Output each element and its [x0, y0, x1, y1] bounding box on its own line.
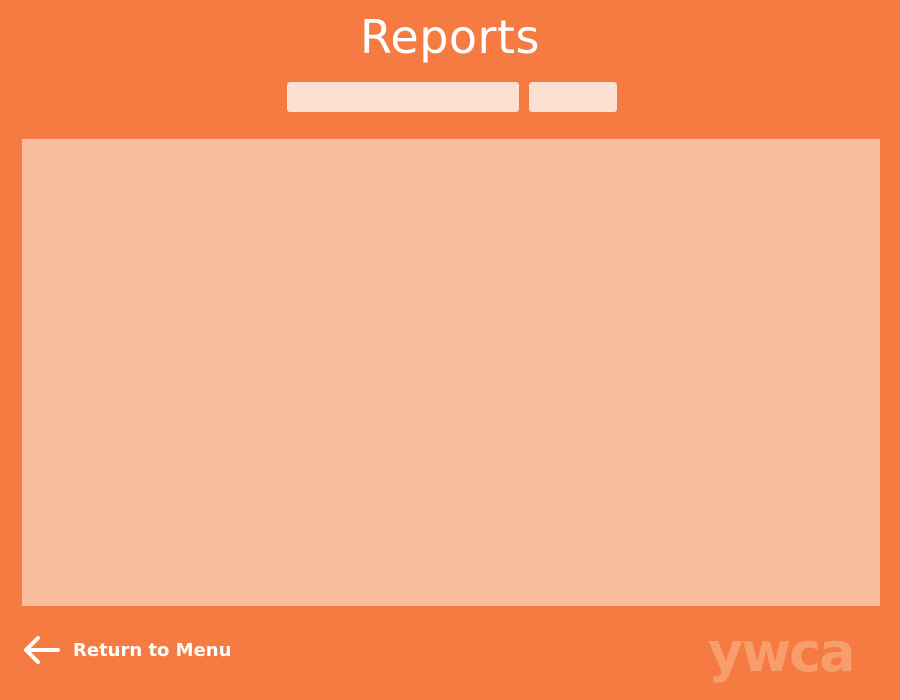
report-content-panel — [22, 139, 880, 606]
return-to-menu-label: Return to Menu — [73, 639, 232, 661]
ywca-logo: ywca — [708, 628, 880, 686]
report-filter-secondary-input[interactable] — [529, 82, 617, 112]
report-filter-input[interactable] — [287, 82, 519, 112]
svg-text:ywca: ywca — [708, 628, 854, 684]
page-title: Reports — [360, 10, 540, 64]
arrow-left-icon — [22, 635, 60, 665]
return-to-menu-button[interactable]: Return to Menu — [22, 634, 231, 666]
